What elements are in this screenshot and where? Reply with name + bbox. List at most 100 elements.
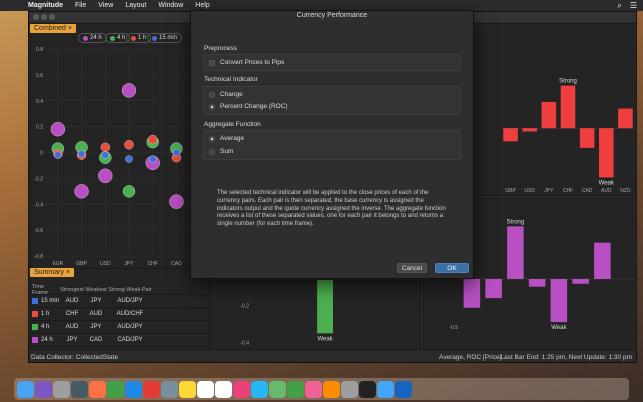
menu-help[interactable]: Help xyxy=(195,2,209,9)
dock-icon-safari[interactable] xyxy=(125,380,142,398)
close-tab-icon[interactable]: × xyxy=(68,25,72,32)
dock-icon-maps[interactable] xyxy=(377,380,394,398)
dock-icon-mission-control[interactable] xyxy=(71,380,88,398)
bar xyxy=(317,280,333,334)
sum-radio[interactable]: Sum xyxy=(209,148,233,155)
dock-icon-launchpad[interactable] xyxy=(53,380,70,398)
tab-summary[interactable]: Summary × xyxy=(30,268,74,277)
scatter-point xyxy=(100,142,111,153)
scatter-point xyxy=(101,151,110,159)
average-label: Average xyxy=(220,135,245,142)
dock-icon-chrome[interactable] xyxy=(107,380,124,398)
dock-icon-siri[interactable] xyxy=(35,380,52,398)
y-tick-label: -0.2 xyxy=(34,176,43,182)
change-radio[interactable]: Change xyxy=(209,91,243,98)
radio-icon[interactable] xyxy=(209,91,215,98)
tab-combined[interactable]: Combined × xyxy=(30,24,76,33)
legend-dot-icon xyxy=(152,35,157,41)
scatter-point xyxy=(124,139,134,150)
average-radio[interactable]: Average xyxy=(209,135,244,142)
dock-icon-firefox[interactable] xyxy=(89,380,106,398)
header-strong-weak-pair[interactable]: Strong-Weak Pair xyxy=(108,287,152,293)
cancel-button[interactable]: Cancel xyxy=(397,263,427,273)
dock-icon-messages[interactable] xyxy=(269,380,286,398)
bar xyxy=(560,85,576,129)
convert-pips-label: Convert Prices to Pips xyxy=(220,59,285,66)
scatter-point xyxy=(121,83,137,98)
radio-selected-icon[interactable] xyxy=(209,135,215,142)
dock-icon-photos[interactable] xyxy=(233,380,250,398)
menu-window[interactable]: Window xyxy=(158,2,183,9)
minimize-window-button[interactable] xyxy=(41,14,47,20)
roc-radio[interactable]: Percent Change (ROC) xyxy=(209,103,288,110)
x-tick-label: NZD xyxy=(620,188,631,194)
legend-pill-15min[interactable]: 15 min xyxy=(147,33,183,43)
header-strongest[interactable]: Strongest xyxy=(60,287,84,293)
table-row[interactable]: 1 h CHF AUD AUD/CHF xyxy=(30,308,208,321)
menu-layout[interactable]: Layout xyxy=(125,2,146,9)
header-weakest[interactable]: Weakest xyxy=(84,287,108,293)
ok-button[interactable]: OK xyxy=(435,263,469,273)
bar xyxy=(503,128,518,142)
cell-strongest: CHF xyxy=(65,311,79,317)
dock-icon-xcode[interactable] xyxy=(395,380,412,398)
scatter-point xyxy=(54,151,62,159)
dock-icon-facetime[interactable] xyxy=(287,380,304,398)
dock-icon-preview[interactable] xyxy=(161,380,178,398)
x-tick-label: EUR xyxy=(53,261,64,267)
bar xyxy=(618,108,633,129)
y-tick-label: 0.4 xyxy=(36,99,43,105)
currency-performance-dialog: Currency Performance Preprocess Convert … xyxy=(190,10,474,279)
y-tick-label: -0.8 xyxy=(34,254,43,260)
radio-selected-icon[interactable] xyxy=(209,103,215,110)
y-tick-label: -0.4 xyxy=(240,341,249,347)
dock-icon-opera[interactable] xyxy=(143,380,160,398)
bar xyxy=(522,128,537,132)
dock-icon-reminders[interactable] xyxy=(215,380,232,398)
cell-pair: CAD/JPY xyxy=(117,337,143,343)
status-last-bar: Last Bar End: 1:25 pm, Next Update: 1:30… xyxy=(500,353,632,361)
table-row[interactable]: 15 min AUD JPY AUD/JPY xyxy=(30,295,208,308)
bar-annotation: Strong xyxy=(559,79,577,85)
menu-app-name[interactable]: Magnitude xyxy=(28,2,63,9)
header-time-frame[interactable]: Time Frame xyxy=(30,284,60,296)
legend-pill-24h[interactable]: 24 h xyxy=(78,33,107,43)
dock-icon-app-store[interactable] xyxy=(251,380,268,398)
dock-icon-music[interactable] xyxy=(305,380,322,398)
dock-icon-terminal[interactable] xyxy=(359,380,376,398)
dock-icon-system-preferences[interactable] xyxy=(341,380,358,398)
scatter-point xyxy=(50,121,66,137)
dock-icon-calendar[interactable] xyxy=(197,380,214,398)
radio-icon[interactable] xyxy=(209,148,215,155)
x-tick-label: CAD xyxy=(582,188,593,194)
table-row[interactable]: 24 h JPY CAD CAD/JPY xyxy=(30,334,208,347)
table-row[interactable]: 4 h AUD JPY AUD/JPY xyxy=(30,321,208,334)
bar xyxy=(463,279,481,308)
scatter-point xyxy=(98,168,113,184)
bar-annotation: Weak xyxy=(599,180,615,186)
zoom-window-button[interactable] xyxy=(49,14,55,20)
close-window-button[interactable] xyxy=(33,14,39,20)
dock-icon-finder[interactable] xyxy=(17,380,34,398)
dock-icon-books[interactable] xyxy=(323,380,340,398)
scatter-point xyxy=(169,194,184,209)
status-indicator: Average, ROC [Price] xyxy=(439,353,502,361)
cell-strongest: AUD xyxy=(65,298,79,304)
checkbox-icon[interactable] xyxy=(209,59,215,66)
status-bar: Data Collector: CollectedState Average, … xyxy=(29,352,636,362)
y-tick-label: -0.2 xyxy=(240,303,249,309)
legend-dot-icon xyxy=(83,35,88,41)
cell-weakest: JPY xyxy=(90,298,102,304)
bar-annotation: Weak xyxy=(317,336,333,342)
close-tab-icon[interactable]: × xyxy=(66,269,70,276)
cell-time-frame: 24 h xyxy=(41,337,53,343)
menu-view[interactable]: View xyxy=(98,2,113,9)
x-tick-label: CHF xyxy=(148,261,158,267)
menu-file[interactable]: File xyxy=(75,2,86,9)
cell-time-frame: 15 min xyxy=(41,298,60,304)
notification-center-icon[interactable]: ☰ xyxy=(630,1,637,10)
spotlight-search-icon[interactable]: ⌕ xyxy=(617,1,621,11)
dock-icon-notes[interactable] xyxy=(179,380,196,398)
convert-pips-checkbox[interactable]: Convert Prices to Pips xyxy=(209,59,284,66)
scatter-point xyxy=(172,148,181,157)
